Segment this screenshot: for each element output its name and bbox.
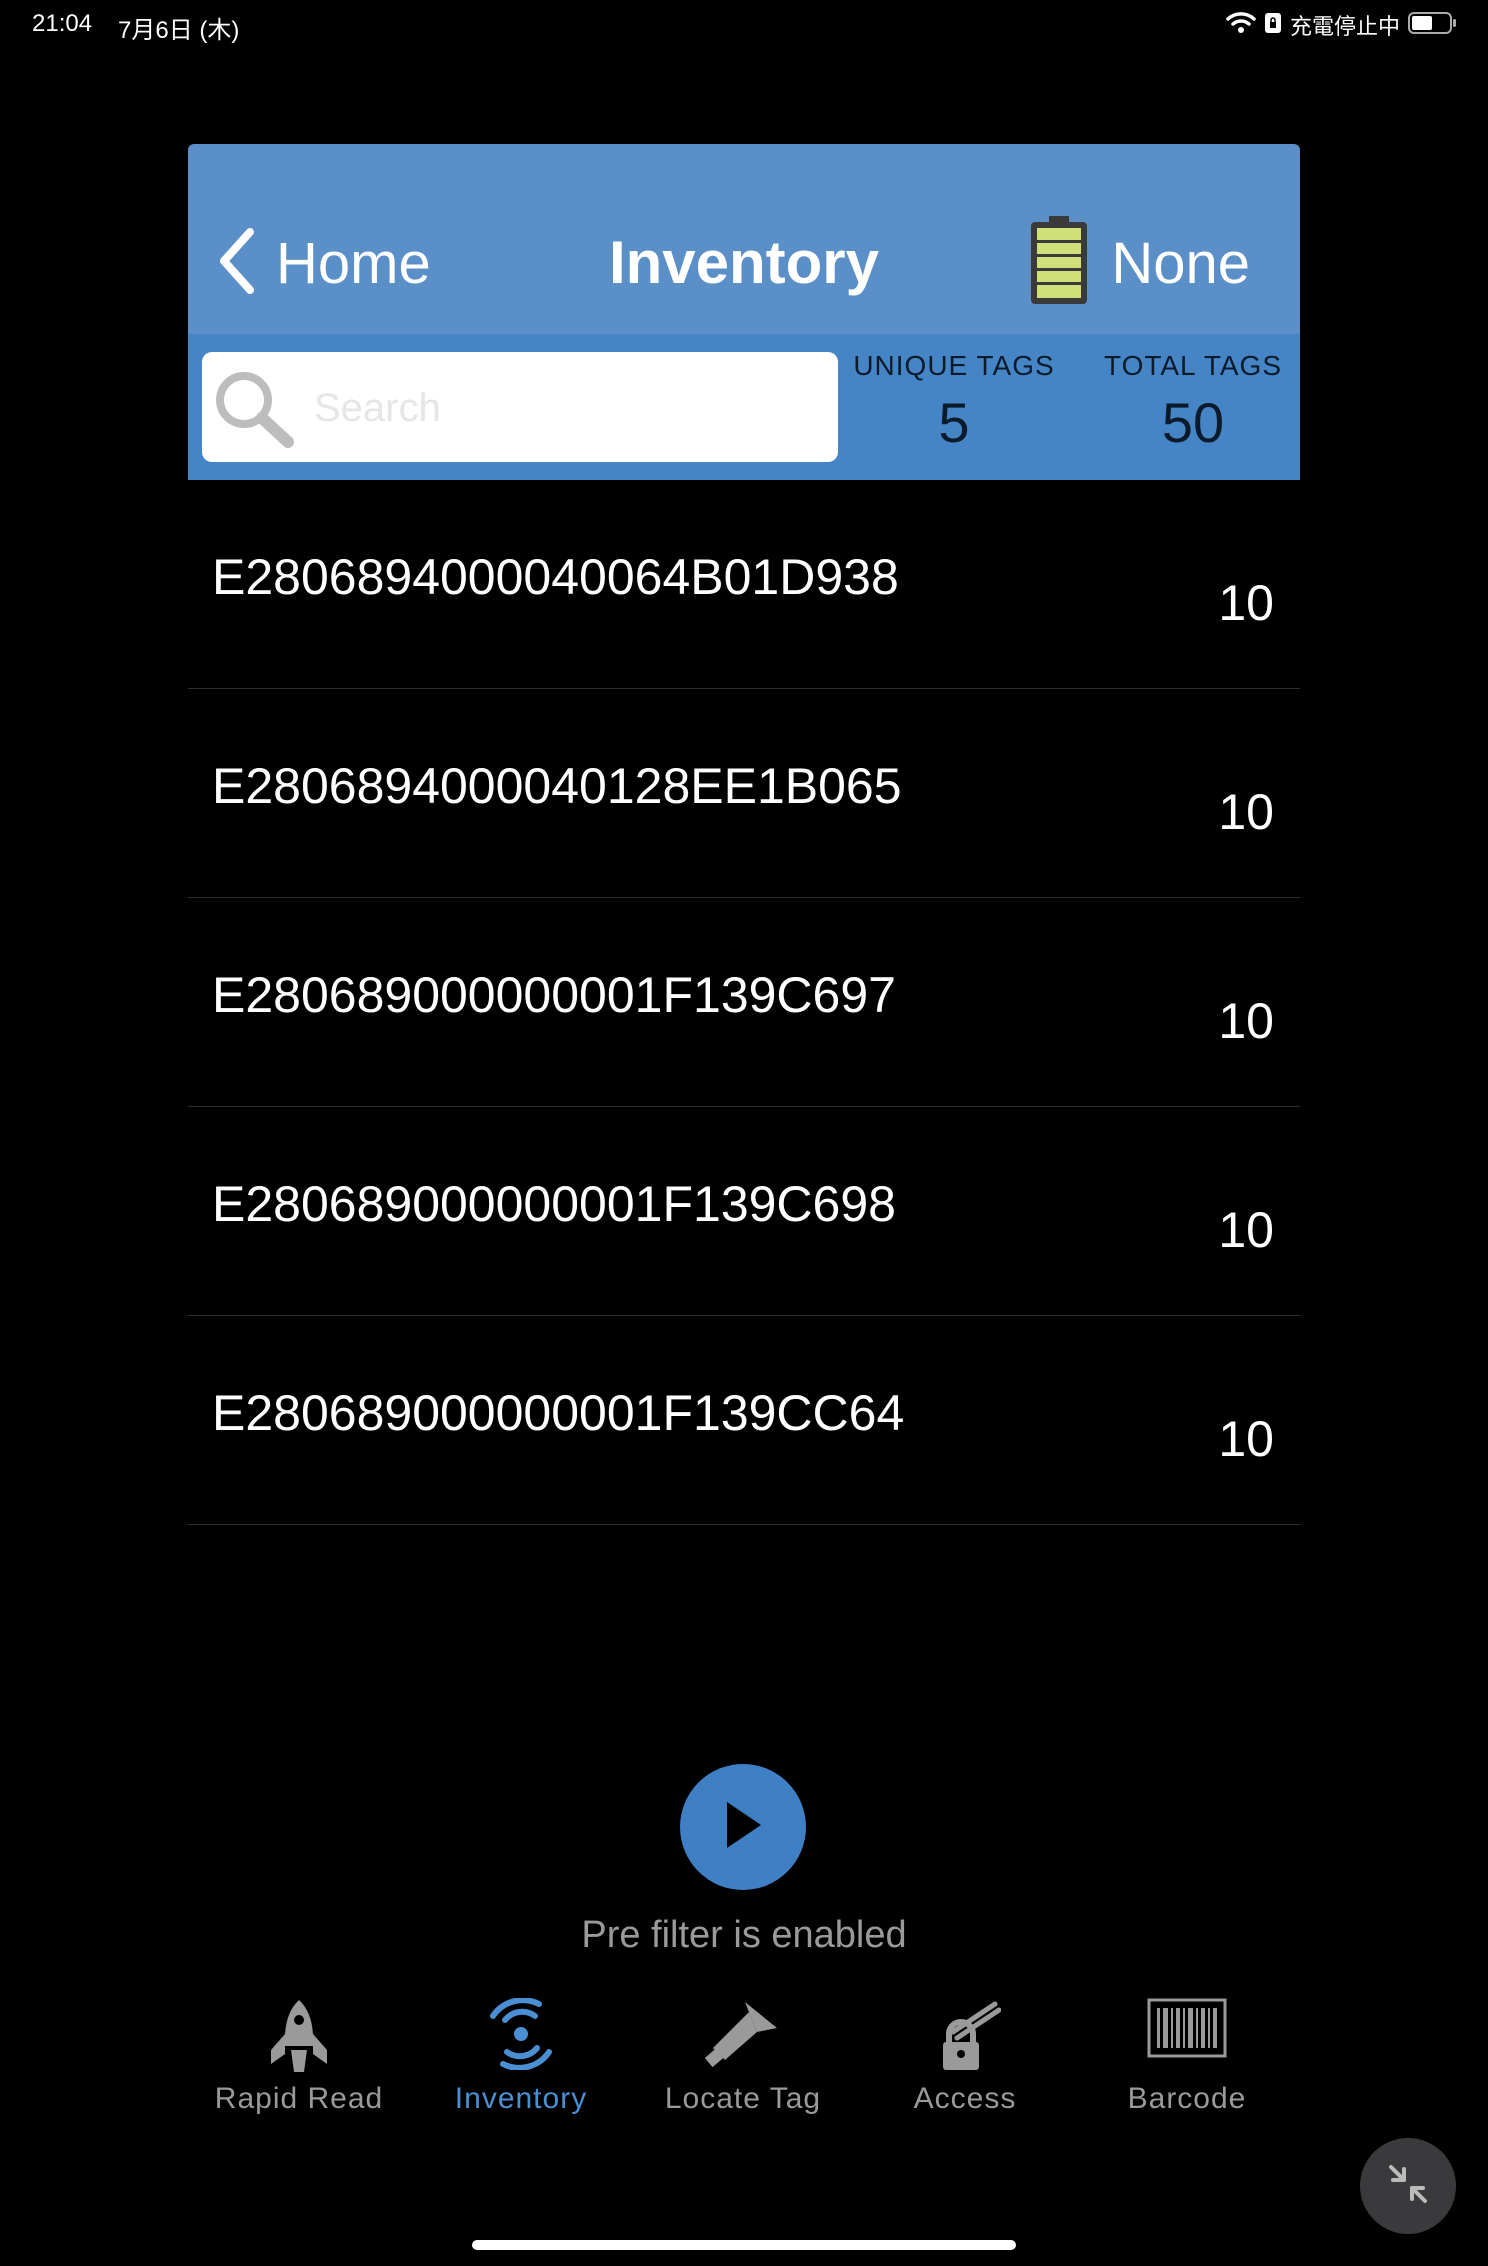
- tag-read-count: 10: [1218, 784, 1274, 840]
- tag-epc: E280689000000001F139CC64: [212, 1385, 905, 1441]
- barcode-icon: [1147, 1998, 1227, 2063]
- charging-status: 充電停止中: [1289, 14, 1400, 39]
- reader-battery-icon: [1029, 215, 1089, 311]
- play-icon: [721, 1799, 765, 1856]
- unique-tags-counter: UNIQUE TAGS 5: [850, 350, 1058, 455]
- minimize-button[interactable]: [1360, 2138, 1456, 2234]
- flashlight-icon: [704, 1998, 781, 2075]
- tag-row[interactable]: E280689000000001F139CC64 10: [188, 1316, 1300, 1525]
- tab-rapid-read[interactable]: Rapid Read: [188, 1990, 410, 2130]
- status-date: 7月6日 (木): [118, 17, 240, 44]
- search-icon: [208, 366, 298, 455]
- navigation-header: Home Inventory None: [188, 144, 1300, 334]
- tag-row[interactable]: E2806894000040128EE1B065 10: [188, 689, 1300, 898]
- tag-row[interactable]: E280689000000001F139C698 10: [188, 1107, 1300, 1316]
- search-box[interactable]: [202, 352, 838, 462]
- tab-locate-tag[interactable]: Locate Tag: [632, 1990, 854, 2130]
- total-tags-counter: TOTAL TAGS 50: [1098, 350, 1288, 455]
- start-inventory-button[interactable]: [680, 1764, 806, 1890]
- device-name: None: [1111, 230, 1250, 296]
- total-tags-value: 50: [1161, 391, 1225, 454]
- tag-row[interactable]: E2806894000040064B01D938 10: [188, 480, 1300, 689]
- battery-icon: [1408, 11, 1458, 40]
- tag-epc: E280689000000001F139C698: [212, 1176, 896, 1232]
- lock-rotation-icon: [1264, 12, 1282, 39]
- antenna-icon: [485, 1997, 557, 2075]
- prefilter-status: Pre filter is enabled: [581, 1914, 907, 1956]
- tab-barcode[interactable]: Barcode: [1076, 1990, 1298, 2130]
- tag-read-count: 10: [1218, 1411, 1274, 1467]
- tag-row[interactable]: E280689000000001F139C697 10: [188, 898, 1300, 1107]
- tag-read-count: 10: [1218, 575, 1274, 631]
- tab-inventory[interactable]: Inventory: [410, 1990, 632, 2130]
- tab-label: Inventory: [454, 2082, 588, 2115]
- tab-label: Locate Tag: [664, 2082, 822, 2115]
- tab-bar: Rapid Read Inventory Locate Tag Access B…: [188, 1990, 1300, 2130]
- unique-tags-value: 5: [938, 391, 970, 454]
- tag-read-count: 10: [1218, 1202, 1274, 1258]
- lock-icon: [929, 1998, 1002, 2079]
- unique-tags-label: UNIQUE TAGS: [853, 350, 1055, 381]
- tab-label: Barcode: [1127, 2082, 1247, 2115]
- status-indicators: 充電停止中: [1226, 9, 1458, 41]
- tag-list: E2806894000040064B01D938 10 E28068940000…: [188, 480, 1300, 1525]
- tag-read-count: 10: [1218, 993, 1274, 1049]
- tab-label: Access: [913, 2082, 1017, 2115]
- tag-epc: E2806894000040128EE1B065: [212, 758, 902, 814]
- status-bar: 21:04 7月6日 (木) 充電停止中: [0, 0, 1488, 48]
- total-tags-label: TOTAL TAGS: [1103, 350, 1283, 381]
- collapse-arrows-icon: [1383, 2159, 1433, 2214]
- filter-bar: UNIQUE TAGS 5 TOTAL TAGS 50: [188, 334, 1300, 480]
- tab-access[interactable]: Access: [854, 1990, 1076, 2130]
- home-indicator[interactable]: [472, 2240, 1016, 2250]
- wifi-icon: [1226, 11, 1256, 40]
- device-status[interactable]: None: [1029, 215, 1250, 304]
- status-time: 21:04: [32, 10, 93, 37]
- tag-epc: E2806894000040064B01D938: [212, 549, 899, 605]
- tab-label: Rapid Read: [214, 2082, 384, 2115]
- rocket-icon: [264, 1998, 334, 2081]
- search-input[interactable]: [312, 362, 826, 454]
- tag-epc: E280689000000001F139C697: [212, 967, 896, 1023]
